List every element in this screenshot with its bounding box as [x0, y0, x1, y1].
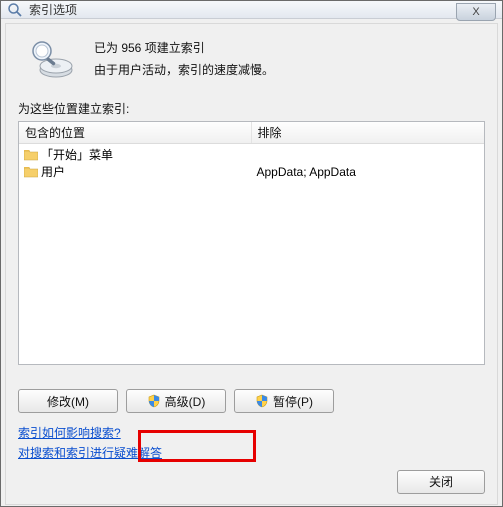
- window-title: 索引选项: [29, 1, 77, 18]
- column-included-header[interactable]: 包含的位置: [19, 122, 252, 143]
- modify-button[interactable]: 修改(M): [18, 389, 118, 413]
- locations-label: 为这些位置建立索引:: [18, 100, 485, 117]
- index-count-text: 已为 956 项建立索引: [94, 38, 274, 60]
- included-column: 「开始」菜单 用户: [19, 144, 252, 364]
- titlebar: 索引选项 X: [1, 1, 502, 19]
- link-how-index-affects-search[interactable]: 索引如何影响搜索?: [18, 423, 121, 443]
- indexing-options-window: 索引选项 X 已为 956 项建立索引 由于用户活动，索引的速度减慢。: [0, 0, 503, 507]
- search-icon: [7, 2, 23, 18]
- close-window-button[interactable]: X: [456, 3, 496, 21]
- list-item-label: 「开始」菜单: [41, 146, 113, 163]
- advanced-button-label: 高级(D): [165, 393, 206, 410]
- exclude-column: AppData; AppData: [252, 144, 485, 364]
- summary-text: 已为 956 项建立索引 由于用户活动，索引的速度减慢。: [94, 36, 274, 81]
- list-header: 包含的位置 排除: [19, 122, 484, 144]
- help-links: 索引如何影响搜索? 对搜索和索引进行疑难解答: [18, 423, 485, 464]
- list-item[interactable]: 用户: [23, 163, 248, 180]
- folder-icon: [24, 166, 38, 178]
- modify-button-label: 修改(M): [47, 393, 89, 410]
- summary-section: 已为 956 项建立索引 由于用户活动，索引的速度减慢。: [18, 30, 485, 100]
- content-area: 已为 956 项建立索引 由于用户活动，索引的速度减慢。 为这些位置建立索引: …: [5, 23, 498, 505]
- shield-icon: [147, 394, 161, 408]
- pause-button-label: 暂停(P): [273, 393, 313, 410]
- close-button-label: 关闭: [429, 473, 453, 490]
- link-troubleshoot-search[interactable]: 对搜索和索引进行疑难解答: [18, 443, 162, 463]
- column-exclude-header[interactable]: 排除: [252, 122, 485, 143]
- button-row: 修改(M) 高级(D): [18, 389, 485, 413]
- footer: 关闭: [18, 464, 485, 494]
- folder-icon: [24, 149, 38, 161]
- shield-icon: [255, 394, 269, 408]
- exclude-text-row: AppData; AppData: [256, 163, 481, 180]
- close-button[interactable]: 关闭: [397, 470, 485, 494]
- advanced-button[interactable]: 高级(D): [126, 389, 226, 413]
- index-status-text: 由于用户活动，索引的速度减慢。: [94, 60, 274, 82]
- close-icon: X: [472, 6, 479, 18]
- list-body: 「开始」菜单 用户 App: [19, 144, 484, 364]
- drive-search-icon: [28, 38, 76, 82]
- list-item-label: 用户: [41, 163, 65, 180]
- exclude-value: AppData; AppData: [257, 165, 356, 179]
- list-item[interactable]: 「开始」菜单: [23, 146, 248, 163]
- locations-list: 包含的位置 排除 「开始」菜单: [18, 121, 485, 365]
- pause-button[interactable]: 暂停(P): [234, 389, 334, 413]
